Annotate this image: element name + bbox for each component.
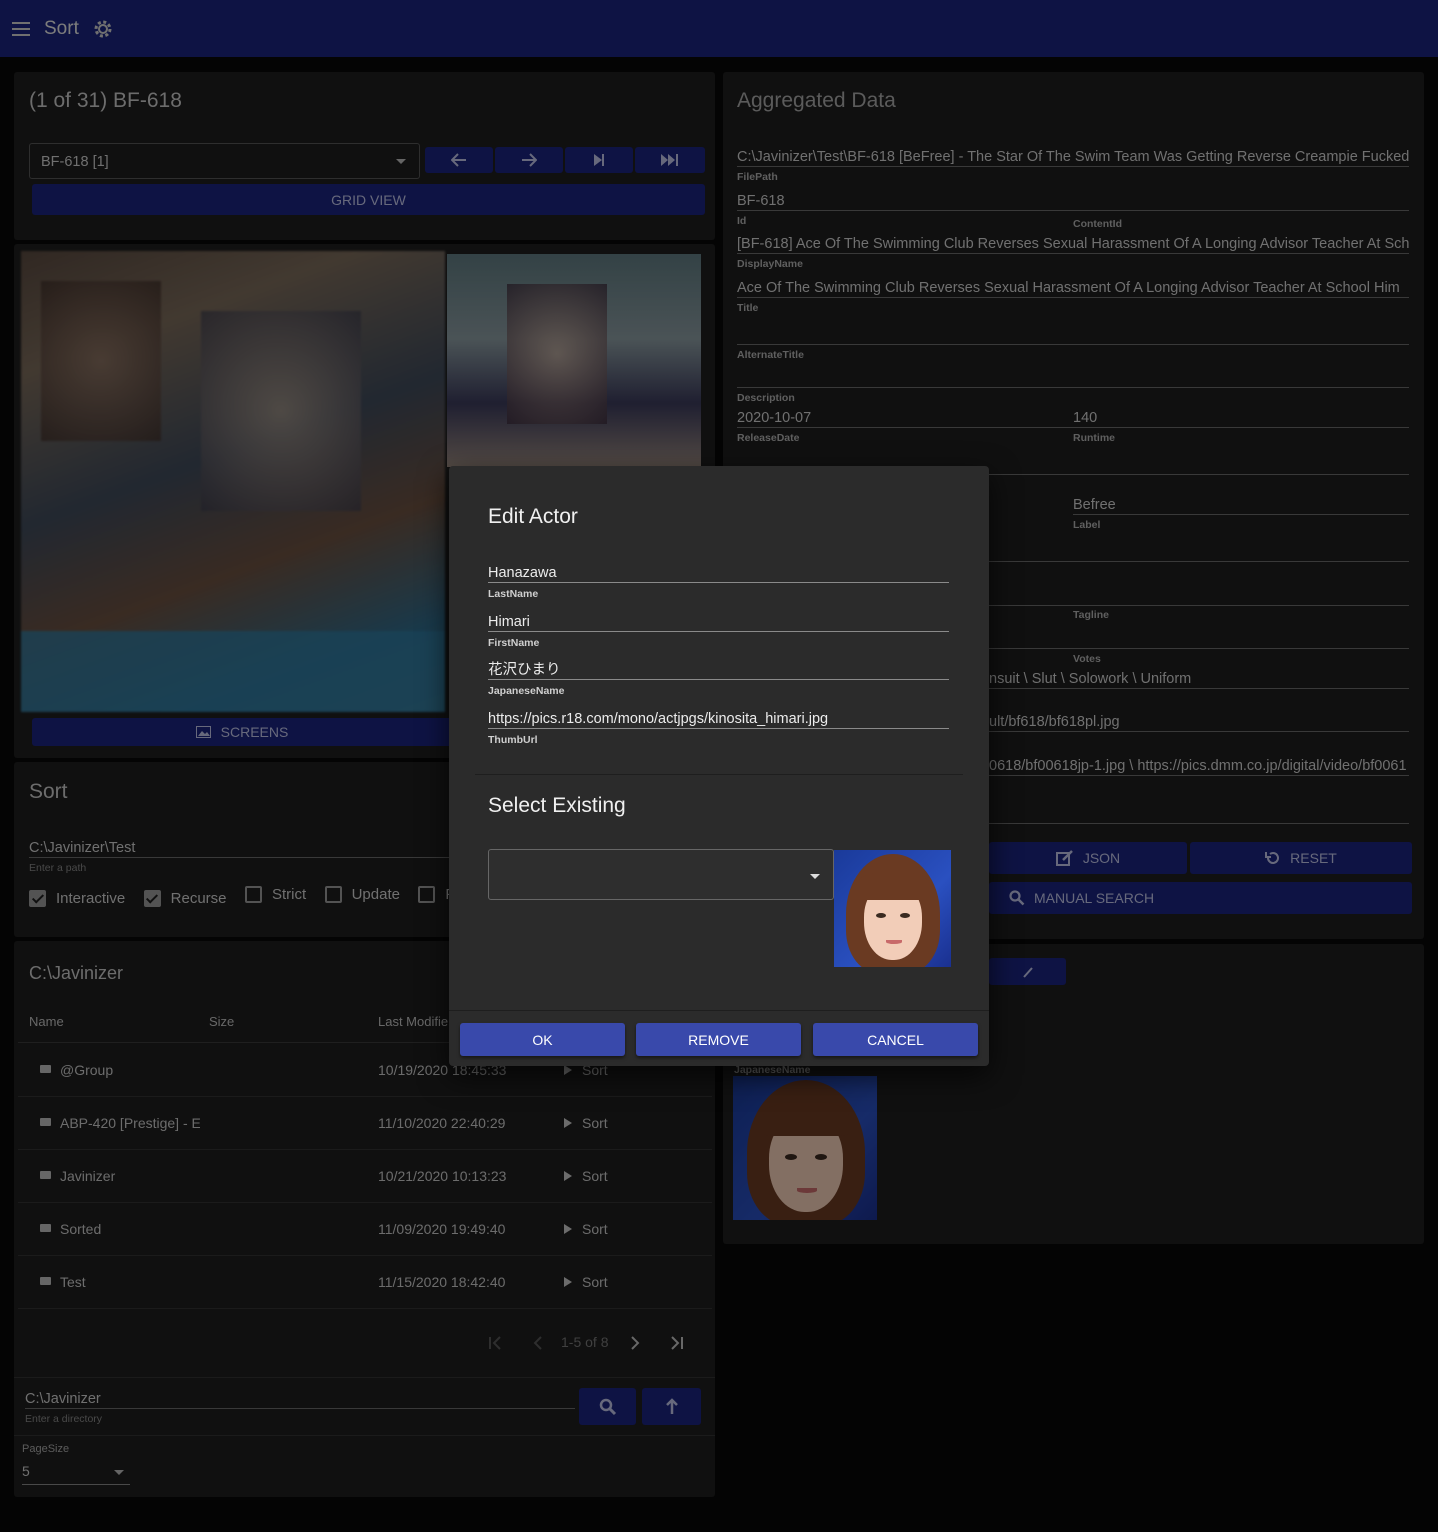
dialog-section-divider [475, 774, 963, 775]
thumburl-input[interactable]: https://pics.r18.com/mono/actjpgs/kinosi… [488, 709, 949, 729]
cancel-button[interactable]: CANCEL [813, 1023, 978, 1056]
lastname-input[interactable]: Hanazawa [488, 563, 949, 583]
dialog-title: Edit Actor [488, 505, 578, 528]
edit-actor-dialog: Edit Actor Hanazawa LastName Himari Firs… [449, 466, 989, 1066]
lastname-field[interactable]: Hanazawa LastName [488, 563, 949, 600]
firstname-field[interactable]: Himari FirstName [488, 612, 949, 649]
remove-button[interactable]: REMOVE [636, 1023, 801, 1056]
select-existing-title: Select Existing [488, 794, 626, 817]
japanesename-field[interactable]: 花沢ひまり JapaneseName [488, 660, 949, 697]
ok-button[interactable]: OK [460, 1023, 625, 1056]
existing-actor-thumbnail [834, 850, 951, 967]
existing-actor-select[interactable] [488, 849, 834, 900]
dialog-actions-divider [449, 1010, 989, 1011]
firstname-label: FirstName [488, 637, 540, 649]
dropdown-arrow-icon [810, 874, 820, 879]
firstname-input[interactable]: Himari [488, 612, 949, 632]
japanesename-label: JapaneseName [488, 685, 565, 697]
japanesename-input[interactable]: 花沢ひまり [488, 660, 949, 680]
thumburl-field[interactable]: https://pics.r18.com/mono/actjpgs/kinosi… [488, 709, 949, 746]
lastname-label: LastName [488, 588, 539, 600]
thumburl-label: ThumbUrl [488, 734, 538, 746]
